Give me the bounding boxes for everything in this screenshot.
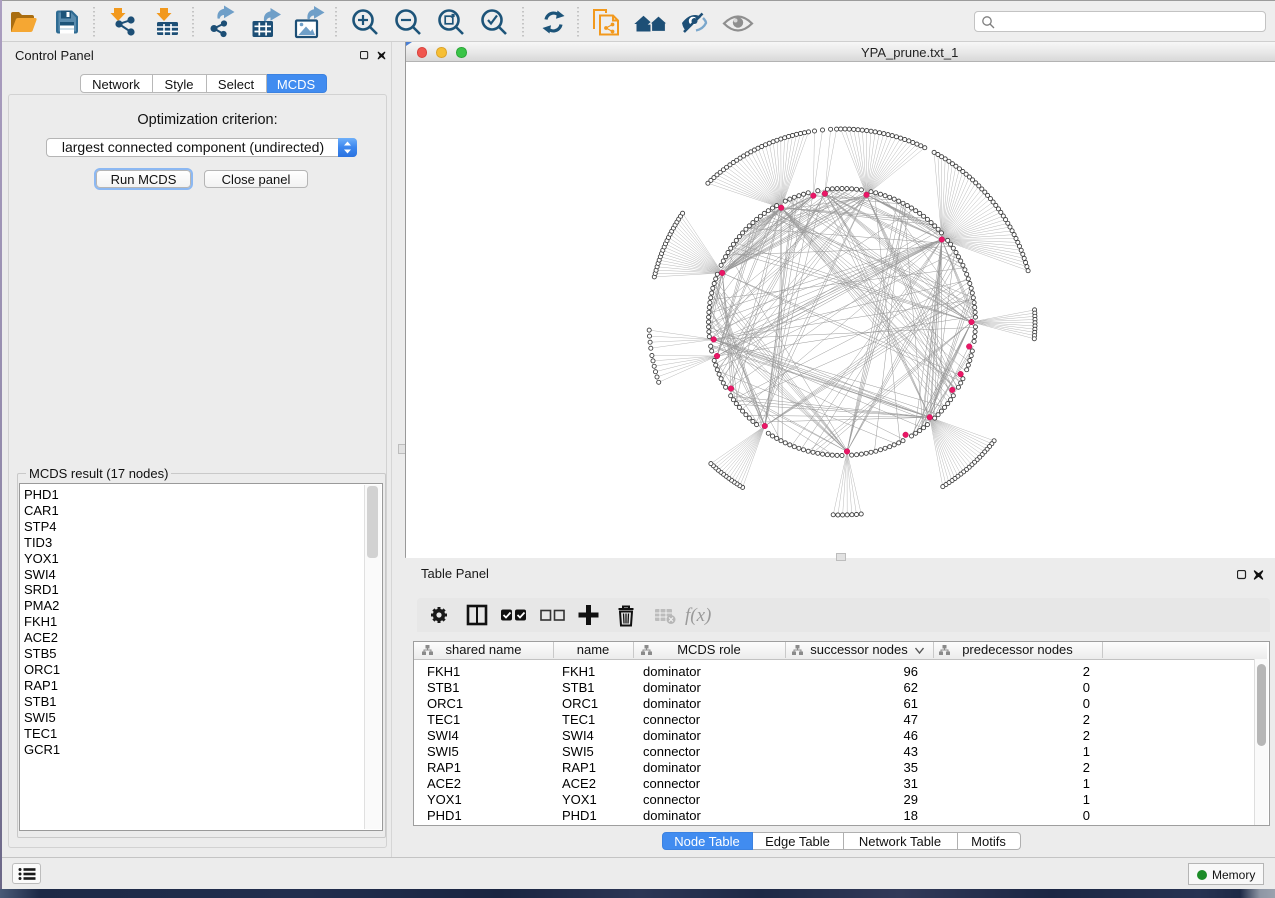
svg-text:f(x): f(x) (685, 605, 711, 626)
